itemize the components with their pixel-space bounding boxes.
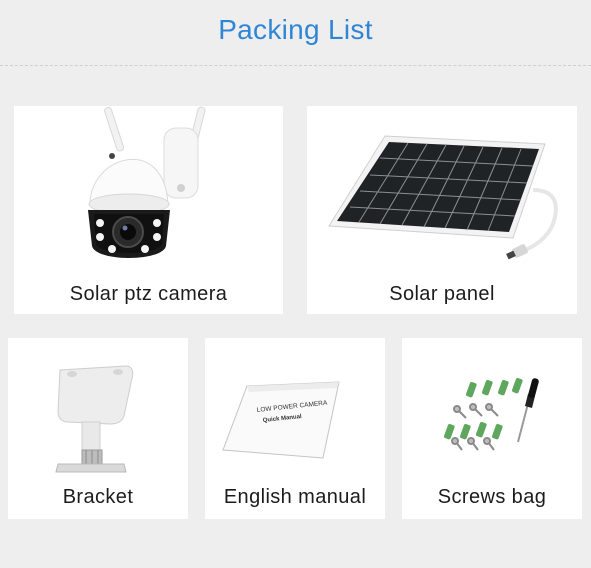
bracket-icon bbox=[55, 365, 134, 473]
item-label: English manual bbox=[223, 486, 367, 508]
item-card-solar-panel: Solar panel bbox=[307, 106, 577, 314]
item-label: Solar panel bbox=[389, 283, 495, 305]
item-card-camera: Solar ptz camera bbox=[14, 106, 283, 314]
screws-icon bbox=[444, 377, 539, 451]
item-label: Solar ptz camera bbox=[69, 283, 228, 305]
item-label: Bracket bbox=[62, 486, 134, 508]
item-card-screws: Screws bag bbox=[402, 338, 582, 519]
item-label: Screws bag bbox=[437, 486, 547, 508]
item-card-manual: LOW POWER CAMERA Quick Manual English ma… bbox=[205, 338, 385, 519]
page-title: Packing List bbox=[218, 14, 373, 45]
title-divider bbox=[0, 65, 591, 66]
solar-panel-icon bbox=[328, 135, 558, 260]
item-card-bracket: Bracket bbox=[8, 338, 188, 519]
manual-icon: LOW POWER CAMERA Quick Manual bbox=[222, 381, 340, 459]
ptz-camera-icon bbox=[88, 106, 206, 258]
